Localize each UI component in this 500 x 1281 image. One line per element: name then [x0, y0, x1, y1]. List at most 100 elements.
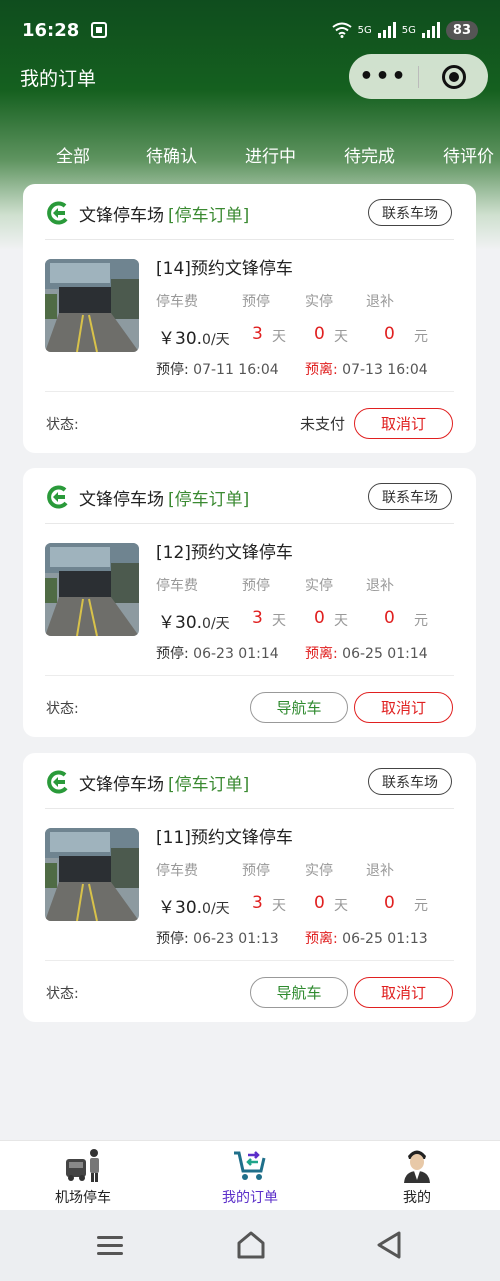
order-type: [停车订单] [168, 205, 250, 226]
car-person-icon [66, 1149, 99, 1182]
back-icon[interactable] [375, 1230, 403, 1260]
divider [45, 239, 454, 240]
reserve-header: 预停 [242, 294, 270, 310]
price-value: ￥30.0/天 [158, 324, 230, 349]
reserve-end-label: 预离: [305, 931, 338, 947]
price-unit: 0/天 [202, 332, 230, 348]
fee-header: 停车费 [156, 578, 198, 594]
reserve-end: 预离: 07-13 16:04 [305, 359, 428, 379]
price-main: ￥30. [158, 613, 203, 633]
signal-label-2: 5G [401, 24, 416, 36]
navigate-button[interactable]: 导航车 [250, 977, 348, 1008]
tab-all[interactable]: 全部 [56, 142, 90, 167]
order-card: 文锋停车场 [停车订单] 联系车场 [11]预约文锋停车 停车费 预停 实停 退… [23, 753, 476, 1022]
refund-amount: 0 [384, 893, 395, 913]
home-icon[interactable] [236, 1230, 266, 1260]
reserve-days: 3 [252, 324, 263, 344]
contact-lot-button[interactable]: 联系车场 [368, 199, 452, 226]
divider [45, 391, 454, 392]
page-title: 我的订单 [20, 67, 97, 90]
order-title: [11]预约文锋停车 [156, 828, 293, 848]
cancel-order-button[interactable]: 取消订 [354, 977, 453, 1008]
order-title: [12]预约文锋停车 [156, 543, 293, 563]
price-unit: 0/天 [202, 901, 230, 917]
refund-yuan-unit: 元 [414, 898, 428, 914]
reserve-end-label: 预离: [305, 362, 338, 378]
tabbar-mine[interactable]: 我的 [334, 1141, 500, 1211]
parking-lot-photo [45, 828, 139, 921]
divider [45, 675, 454, 676]
status-label: 状态: [46, 417, 79, 433]
price-main: ￥30. [158, 329, 203, 349]
close-miniprogram-button[interactable] [419, 64, 488, 89]
fee-header: 停车费 [156, 294, 198, 310]
order-tabs: 全部 待确认 进行中 待完成 待评价 [0, 130, 500, 176]
reserve-end-label: 预离: [305, 646, 338, 662]
status-indicators: 5G 5G 83 [332, 20, 478, 40]
more-menu-button[interactable]: ••• [349, 64, 418, 89]
card-header: 文锋停车场 [停车订单] [45, 769, 249, 795]
reserve-start: 预停: 07-11 16:04 [156, 359, 279, 379]
tab-pending-review[interactable]: 待评价 [443, 142, 494, 167]
refund-yuan-unit: 元 [414, 613, 428, 629]
reserve-start-time: 07-11 16:04 [193, 362, 279, 378]
signal-icon-2 [421, 22, 440, 38]
reserve-end: 预离: 06-25 01:13 [305, 928, 428, 948]
reserve-end-time: 06-25 01:13 [342, 931, 428, 947]
price-value: ￥30.0/天 [158, 893, 230, 918]
reserve-days: 3 [252, 893, 263, 913]
profile-icon [404, 1150, 430, 1183]
tabbar-label: 机场停车 [55, 1190, 111, 1206]
price-unit: 0/天 [202, 616, 230, 632]
refund-header: 退补 [366, 294, 394, 310]
tab-pending-complete[interactable]: 待完成 [344, 142, 395, 167]
reserve-end-time: 06-25 01:14 [342, 646, 428, 662]
status-time: 16:28 [22, 19, 80, 41]
order-type: [停车订单] [168, 489, 250, 510]
refund-header: 退补 [366, 863, 394, 879]
cancel-order-button[interactable]: 取消订 [354, 692, 453, 723]
battery-indicator: 83 [445, 20, 478, 40]
screenshot-icon [91, 22, 108, 38]
signal-label-1: 5G [357, 24, 372, 36]
actual-day-unit: 天 [334, 898, 348, 914]
menu-icon[interactable] [97, 1235, 123, 1257]
reserve-day-unit: 天 [272, 329, 286, 345]
status-label: 状态: [46, 701, 79, 717]
tabbar-my-orders[interactable]: 我的订单 [167, 1141, 333, 1211]
reserve-start-time: 06-23 01:13 [193, 931, 279, 947]
tabbar-airport-parking[interactable]: 机场停车 [0, 1141, 166, 1211]
divider [45, 523, 454, 524]
tab-in-progress[interactable]: 进行中 [245, 142, 296, 167]
tab-pending-confirm[interactable]: 待确认 [146, 142, 197, 167]
tabbar-label: 我的订单 [222, 1190, 278, 1206]
lot-name: 文锋停车场 [79, 205, 164, 226]
lot-name: 文锋停车场 [79, 774, 164, 795]
actual-day-unit: 天 [334, 329, 348, 345]
price-value: ￥30.0/天 [158, 608, 230, 633]
lot-name: 文锋停车场 [79, 489, 164, 510]
reserve-end-time: 07-13 16:04 [342, 362, 428, 378]
divider [45, 808, 454, 809]
contact-lot-button[interactable]: 联系车场 [368, 768, 452, 795]
refund-yuan-unit: 元 [414, 329, 428, 345]
order-card: 文锋停车场 [停车订单] 联系车场 [12]预约文锋停车 停车费 预停 实停 退… [23, 468, 476, 737]
reserve-end: 预离: 06-25 01:14 [305, 643, 428, 663]
actual-days: 0 [314, 324, 325, 344]
parking-logo-icon [47, 770, 68, 794]
actual-header: 实停 [305, 578, 333, 594]
parking-logo-icon [47, 485, 68, 509]
parking-lot-photo [45, 543, 139, 636]
fee-header: 停车费 [156, 863, 198, 879]
reserve-start-time: 06-23 01:14 [193, 646, 279, 662]
order-title: [14]预约文锋停车 [156, 259, 293, 279]
cancel-order-button[interactable]: 取消订 [354, 408, 453, 439]
contact-lot-button[interactable]: 联系车场 [368, 483, 452, 510]
parking-lot-photo [45, 259, 139, 352]
actual-days: 0 [314, 608, 325, 628]
target-icon [441, 64, 466, 89]
status-label: 状态: [46, 986, 79, 1002]
actual-day-unit: 天 [334, 613, 348, 629]
card-header: 文锋停车场 [停车订单] [45, 200, 249, 226]
navigate-button[interactable]: 导航车 [250, 692, 348, 723]
